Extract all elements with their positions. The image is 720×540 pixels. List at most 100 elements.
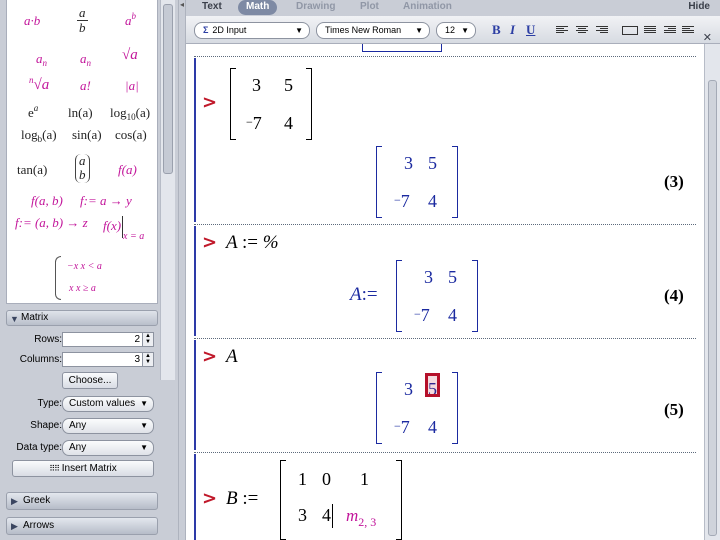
matrix-cell[interactable]: 0 — [322, 470, 331, 488]
input-prompt: > — [202, 232, 218, 253]
palette-eval-at-cond: x = a — [123, 231, 145, 242]
palette-a-times-b[interactable]: a·b — [24, 14, 40, 27]
insert-matrix-label: Insert Matrix — [61, 463, 117, 474]
dropdown-arrow-icon: ▼ — [461, 26, 469, 35]
palette-multivariate-map[interactable]: f:= (a, b) → z — [15, 216, 88, 229]
dropdown-arrow-icon: ▼ — [140, 443, 148, 452]
input-assign-percent[interactable]: A := % — [226, 232, 279, 254]
insert-matrix-button[interactable]: ⠿⠿ Insert Matrix — [12, 460, 154, 477]
align-center-icon[interactable] — [576, 26, 588, 35]
outdent-icon[interactable] — [682, 26, 694, 35]
palette-factorial[interactable]: a! — [80, 79, 91, 92]
datatype-select[interactable]: Any ▼ — [62, 440, 154, 456]
arrows-palette-header[interactable]: ▶ Arrows — [6, 517, 158, 535]
matrix-cell: −7 — [414, 305, 430, 325]
matrix-cell: 5 — [284, 75, 293, 95]
matrix-palette-title: Matrix — [21, 312, 49, 323]
type-row: Type: Custom values ▼ — [6, 396, 158, 412]
arrows-palette-title: Arrows — [23, 520, 55, 531]
tab-math[interactable]: Math — [238, 0, 278, 15]
spinner-arrows-icon[interactable]: ▲ ▼ — [142, 353, 153, 366]
matrix-cell: 4 — [428, 417, 437, 437]
palette-scrollbar[interactable] — [160, 0, 175, 380]
mouse-ibeam-cursor-icon — [425, 373, 440, 397]
close-icon[interactable]: ✕ — [703, 31, 712, 44]
palette-piecewise[interactable]: −x x < a x x ≥ a — [55, 256, 102, 300]
matrix-cell[interactable]: 4 — [322, 506, 331, 524]
bullet-list-icon[interactable] — [644, 26, 656, 35]
palette-logb[interactable]: logb(a) — [21, 128, 57, 144]
palette-piecewise-row2: x x ≥ a — [69, 283, 96, 294]
palette-scrollbar-thumb[interactable] — [163, 4, 173, 174]
hide-toolbar-button[interactable]: Hide — [688, 1, 710, 12]
palette-nth-root[interactable]: n√a — [29, 76, 49, 93]
matrix-palette-header[interactable]: ▼ Matrix — [6, 310, 158, 326]
palette-log10[interactable]: log10(a) — [110, 106, 150, 122]
underline-button[interactable]: U — [526, 21, 535, 38]
columns-spinner[interactable]: 3 ▲ ▼ — [62, 352, 154, 367]
font-size-select[interactable]: 12 ▼ — [436, 22, 476, 39]
tab-plot[interactable]: Plot — [360, 0, 379, 15]
matrix-cell[interactable]: 3 — [298, 506, 307, 524]
palette-power[interactable]: ab — [125, 12, 136, 28]
type-select[interactable]: Custom values ▼ — [62, 396, 154, 412]
table-icon[interactable] — [622, 26, 638, 35]
input-matrix-B[interactable]: 1 0 1 3 4 m2, 3 — [280, 460, 402, 540]
palette-arrow-map[interactable]: f:= a → y — [80, 194, 132, 207]
palette-abs[interactable]: |a| — [125, 79, 139, 92]
matrix-placeholder[interactable]: m2, 3 — [346, 506, 376, 530]
input-A[interactable]: A — [226, 346, 238, 368]
matrix-cell: 4 — [428, 191, 437, 211]
panel-splitter[interactable]: ◂ — [178, 0, 186, 540]
palette-eval-at[interactable]: f(x)x = a — [103, 216, 144, 242]
palette-function-two-args[interactable]: f(a, b) — [31, 194, 63, 207]
equation-label: (4) — [664, 286, 684, 305]
shape-select[interactable]: Any ▼ — [62, 418, 154, 434]
palette-ln[interactable]: ln(a) — [68, 106, 93, 119]
matrix-cell: 3 — [252, 75, 261, 95]
matrix-cell[interactable]: 1 — [360, 470, 369, 488]
input-mode-value: 2D Input — [212, 25, 247, 35]
rows-spinner[interactable]: 2 ▲ ▼ — [62, 332, 154, 347]
palette-log10-fn: log — [110, 105, 127, 120]
input-prompt: > — [202, 346, 218, 367]
bold-button[interactable]: B — [492, 21, 501, 38]
palette-function[interactable]: f(a) — [118, 163, 137, 176]
tab-text[interactable]: Text — [202, 0, 222, 15]
collapse-triangle-icon: ▼ — [10, 314, 19, 324]
worksheet-scrollbar[interactable] — [704, 44, 720, 540]
indent-icon[interactable] — [664, 26, 676, 35]
worksheet-scrollbar-thumb[interactable] — [708, 80, 717, 536]
tab-drawing[interactable]: Drawing — [296, 0, 335, 15]
expression-palette: a·b ab ab an an √a n√a a! |a| ea ln(a) l… — [6, 0, 158, 304]
expand-triangle-icon: ▶ — [11, 521, 18, 531]
palette-sqrt[interactable]: √a — [122, 48, 138, 63]
matrix-cell: −7 — [394, 417, 410, 437]
tab-animation[interactable]: Animation — [403, 0, 452, 15]
palette-sin[interactable]: sin(a) — [72, 128, 102, 141]
matrix-cell[interactable]: 1 — [298, 470, 307, 488]
choose-button[interactable]: Choose... — [62, 372, 118, 389]
palette-subscript-literal[interactable]: an — [80, 52, 91, 68]
font-family-select[interactable]: Times New Roman ▼ — [316, 22, 430, 39]
worksheet[interactable]: > 3 5 −7 4 3 5 −7 4 (3) > A := % A:= 3 5… — [186, 44, 704, 540]
output-matrix-3: 3 5 −7 4 — [376, 146, 458, 218]
palette-binomial[interactable]: ab — [75, 153, 90, 183]
greek-palette-header[interactable]: ▶ Greek — [6, 492, 158, 510]
palette-cos[interactable]: cos(a) — [115, 128, 147, 141]
input-matrix-1[interactable]: 3 5 −7 4 — [230, 68, 312, 140]
spinner-arrows-icon[interactable]: ▲ ▼ — [142, 333, 153, 346]
matrix-palette: ▼ Matrix Rows: 2 ▲ ▼ Columns: 3 ▲ ▼ Choose..… — [6, 310, 158, 486]
input-mode-select[interactable]: Σ 2D Input ▼ — [194, 22, 310, 39]
palette-exp[interactable]: ea — [28, 104, 38, 120]
palette-tan[interactable]: tan(a) — [17, 163, 47, 176]
italic-button[interactable]: I — [510, 21, 515, 38]
palette-subscript[interactable]: an — [36, 52, 47, 68]
palette-fraction[interactable]: ab — [77, 6, 88, 34]
greek-palette-title: Greek — [23, 495, 51, 506]
output-matrix-5: 3 5 −7 4 — [376, 372, 458, 444]
align-left-icon[interactable] — [556, 26, 568, 35]
align-right-icon[interactable] — [596, 26, 608, 35]
input-assign-B[interactable]: B := — [226, 488, 258, 510]
palette-log10-arg: (a) — [135, 105, 151, 120]
